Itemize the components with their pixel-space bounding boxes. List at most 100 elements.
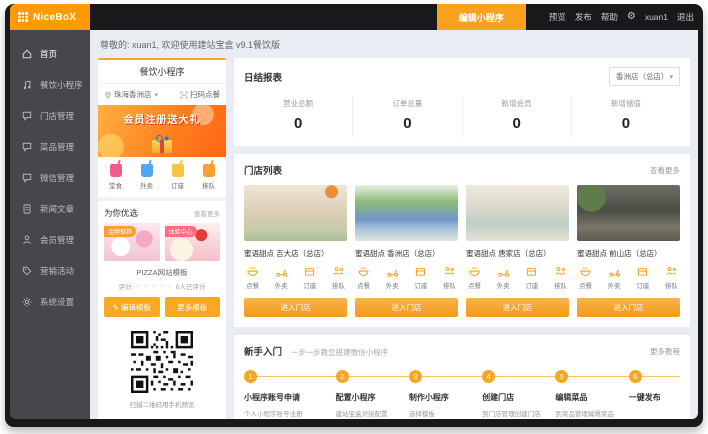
member-promo-banner[interactable]: 会员注册送大礼 [98,105,226,157]
store-feature-order[interactable]: 点餐 [468,265,481,290]
feature-takeout[interactable]: 外卖 [140,164,153,190]
store-list-more-link[interactable]: 查看更多 [650,165,680,176]
enter-store-button[interactable]: 进入门店 [244,298,347,317]
store-card: 蜜语甜点 香洲店（总店） 点餐 外卖 [355,185,458,317]
template-thumbnail[interactable]: 金牌推荐 [104,223,160,261]
store-photo [355,185,458,241]
badge-experience-center: 体验中心 [165,226,197,237]
publish-link[interactable]: 发布 [575,11,592,23]
store-feature-takeout[interactable]: 外卖 [497,265,510,290]
main-content: 尊敬的: xuan1, 欢迎使用建站宝盒 v9.1餐饮版 餐饮小程序 珠海香洲店… [90,30,698,419]
enter-store-button[interactable]: 进入门店 [355,298,458,317]
sidebar-item-member-management[interactable]: 会员管理 [10,224,90,255]
guide-step-publish: 一键发布 [629,392,680,419]
sidebar-item-marketing[interactable]: 营销活动 [10,255,90,286]
guide-title: 新手入门 一步一步教您搭建微信小程序 [244,344,388,358]
guide-step-configure: 配置小程序 建站宝盒对接配置 微信开发工具配置 [336,392,409,419]
chat-bubble-icon [21,141,33,153]
bowl-icon [246,265,259,278]
sidebar-item-restaurant-miniprogram[interactable]: 餐饮小程序 [10,69,90,100]
edit-miniprogram-button[interactable]: 编辑小程序 [437,4,526,30]
store-feature-reservation[interactable]: 订座 [303,265,316,290]
sidebar-item-home[interactable]: 首页 [10,38,90,69]
sidebar-item-news-articles[interactable]: 新闻文章 [10,193,90,224]
qr-caption: 扫描二维码用手机预览 [130,399,195,409]
miniprogram-preview-panel: 餐饮小程序 珠海香洲店 扫码点餐 会员注册送大礼 [98,58,226,419]
gift-box-icon [152,140,172,153]
scan-order-link[interactable]: 扫码点餐 [180,89,220,100]
picks-title: 为你优选 [104,207,138,219]
home-icon [21,48,33,60]
chat-bubble-icon [21,110,33,122]
stat-orders: 订单总量 0 [353,96,462,138]
store-card: 蜜语甜点 唐家店（总店） 点餐 外卖 [466,185,569,317]
store-feature-queue[interactable]: 排队 [443,265,456,290]
username[interactable]: xuan1 [645,12,668,22]
queue-people-icon [665,265,678,278]
sidebar-item-store-management[interactable]: 门店管理 [10,100,90,131]
topbar: NiceBoX 编辑小程序 预览 发布 帮助 ⚙ xuan1 退出 [10,4,698,30]
bowl-icon [468,265,481,278]
report-title: 日结报表 [244,70,282,84]
brand-name: NiceBoX [33,12,76,23]
store-feature-takeout[interactable]: 外卖 [608,265,621,290]
enter-store-button[interactable]: 进入门店 [577,298,680,317]
store-photo [244,185,347,241]
document-icon [21,203,33,215]
feature-queue[interactable]: 排队 [202,164,215,190]
template-name: PIZZA网站模板 [98,261,226,278]
stat-new-members: 新增会员 0 [463,96,572,138]
topbar-actions: 编辑小程序 预览 发布 帮助 ⚙ xuan1 退出 [90,4,698,30]
store-feature-takeout[interactable]: 外卖 [386,265,399,290]
preview-link[interactable]: 预览 [549,11,566,23]
box-icon [636,265,649,278]
drink-icon [203,164,215,177]
scan-icon [180,91,188,99]
guide-more-link[interactable]: 更多教程 [650,346,680,357]
scooter-icon [608,265,621,278]
gear-icon [21,296,33,308]
logout-link[interactable]: 退出 [677,11,694,23]
guide-step-account: 小程序账号申请 个人小程序账号注册 企业小程序账号注册、认证 微信公众号注册、认… [244,392,336,419]
store-feature-order[interactable]: 点餐 [579,265,592,290]
template-thumbnail[interactable]: 体验中心 [165,223,221,261]
help-link[interactable]: 帮助 [601,11,618,23]
store-selector[interactable]: 珠海香洲店 [104,89,158,100]
sidebar-item-settings[interactable]: 系统设置 [10,286,90,317]
report-store-dropdown[interactable]: 香洲店（总店） [609,67,680,86]
store-feature-reservation[interactable]: 订座 [414,265,427,290]
enter-store-button[interactable]: 进入门店 [466,298,569,317]
location-pin-icon [104,91,112,99]
box-icon [303,265,316,278]
store-feature-queue[interactable]: 排队 [554,265,567,290]
store-feature-takeout[interactable]: 外卖 [275,265,288,290]
store-feature-order[interactable]: 点餐 [246,265,259,290]
step-number: 3 [409,370,422,383]
store-feature-queue[interactable]: 排队 [665,265,678,290]
more-templates-button[interactable]: 更多模板 [165,297,221,317]
store-feature-order[interactable]: 点餐 [357,265,370,290]
step-number: 4 [482,370,495,383]
feature-dine-in[interactable]: 堂食 [109,164,122,190]
edit-template-button[interactable]: 编辑模板 [104,297,160,317]
grid-icon [18,12,28,22]
store-card: 蜜语甜点 前山店（总店） 点餐 外卖 [577,185,680,317]
sidebar-item-dish-management[interactable]: 菜品管理 [10,131,90,162]
guide-timeline: 1 2 3 4 5 6 [244,370,680,384]
gear-icon[interactable]: ⚙ [627,12,636,22]
store-list-title: 门店列表 [244,163,282,177]
stat-new-deposits: 新增储值 0 [572,96,680,138]
drink-icon [110,164,122,177]
store-feature-reservation[interactable]: 订座 [525,265,538,290]
store-feature-reservation[interactable]: 订座 [636,265,649,290]
store-list-card: 门店列表 查看更多 蜜语甜点 吉大店（总店） 点餐 [234,154,690,327]
tag-icon [21,265,33,277]
queue-people-icon [554,265,567,278]
brand-logo[interactable]: NiceBoX [10,4,90,30]
feature-reservation[interactable]: 订座 [171,164,184,190]
template-rating: 评分: ☆☆☆☆☆ 0人已评分 [98,278,226,297]
daily-report-card: 日结报表 香洲店（总店） 营业总额 0 订单总量 0 [234,58,690,146]
sidebar-item-wechat-management[interactable]: 微信管理 [10,162,90,193]
store-feature-queue[interactable]: 排队 [332,265,345,290]
picks-more-link[interactable]: 查看更多 [194,208,220,218]
